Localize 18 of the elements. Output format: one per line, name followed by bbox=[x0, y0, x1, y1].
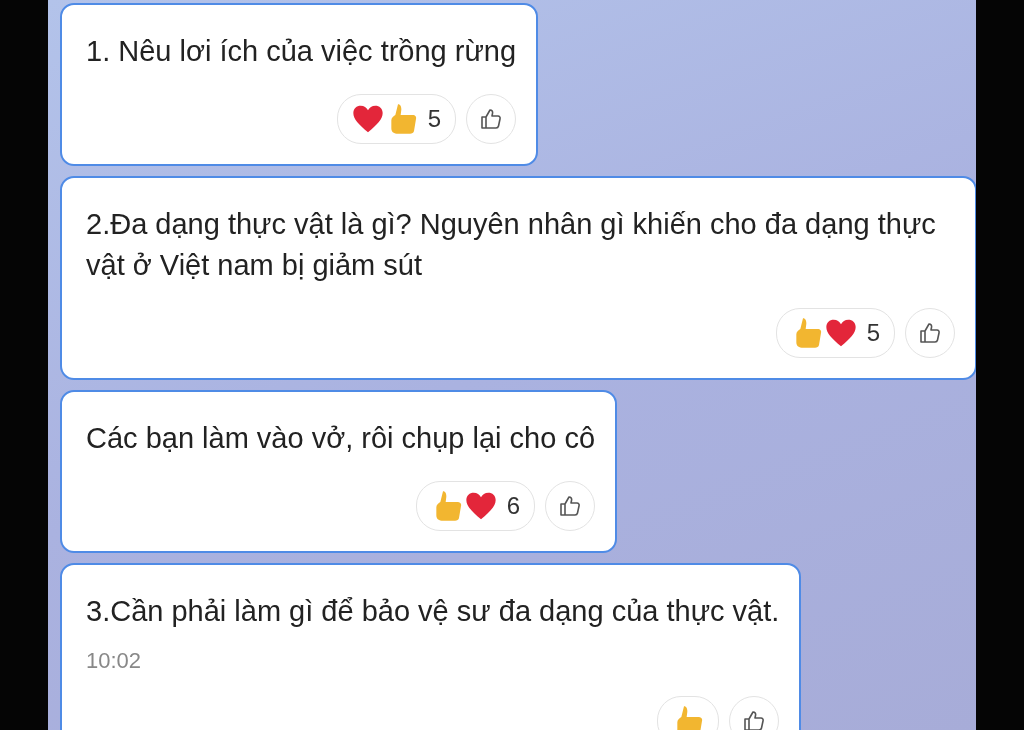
like-icon bbox=[479, 107, 504, 131]
heart-icon bbox=[464, 490, 497, 522]
heart-icon bbox=[351, 103, 384, 135]
message-text: 3.Cần phải làm gì để bảo vệ sư đa dạng của thực vật. bbox=[86, 594, 780, 629]
like-button[interactable] bbox=[905, 308, 955, 358]
like-icon bbox=[742, 709, 767, 730]
like-button[interactable] bbox=[466, 94, 517, 144]
like-icon bbox=[558, 494, 583, 518]
heart-icon bbox=[824, 317, 857, 349]
message-text: Các bạn làm vào vở, rôi chụp lại cho cô bbox=[86, 421, 596, 456]
message-text: 2.Đa dạng thực vật là gì? Nguyên nhân gì khiến cho đa dạng thực vật ở Việt nam bị giảm sút bbox=[86, 207, 937, 283]
like-icon bbox=[918, 321, 942, 345]
reaction-summary[interactable]: 5 bbox=[775, 308, 895, 358]
message-time: 10:02 bbox=[86, 648, 143, 674]
like-button[interactable] bbox=[545, 481, 596, 531]
reaction-summary[interactable]: 6 bbox=[415, 481, 536, 531]
reaction-summary[interactable]: 5 bbox=[336, 94, 457, 144]
message-text: 1. Nêu lơi ích của việc trồng rừng bbox=[86, 34, 517, 69]
